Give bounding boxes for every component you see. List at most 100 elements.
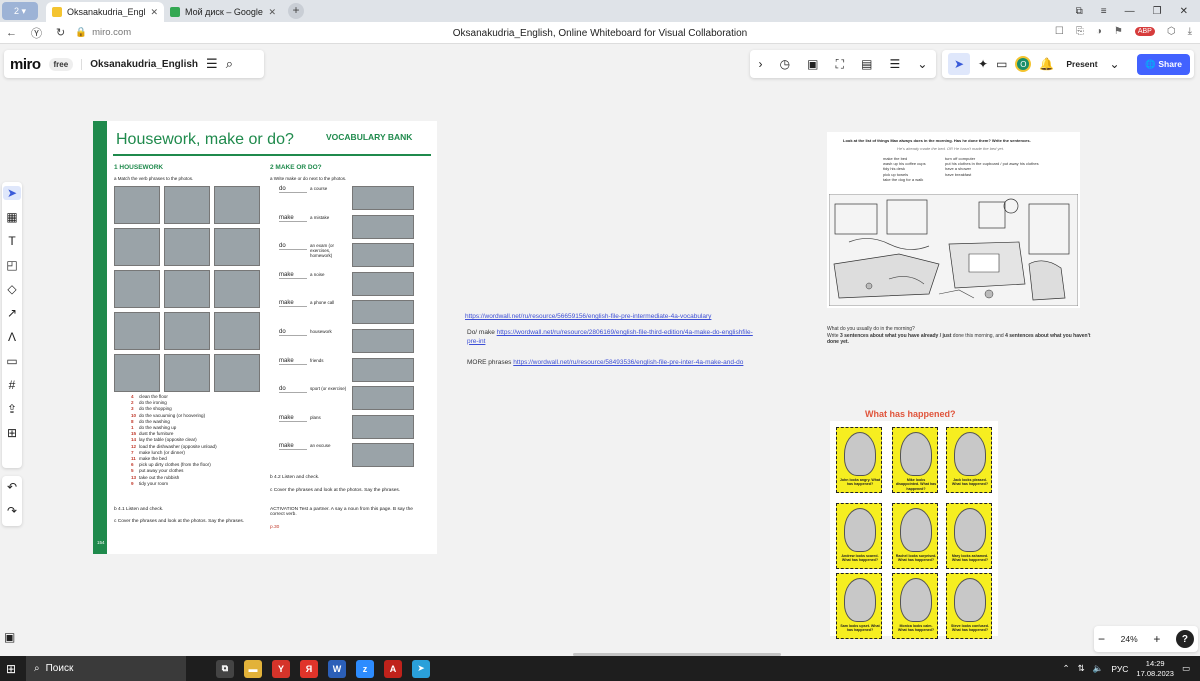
- text-icon[interactable]: T: [8, 234, 15, 248]
- wordwall-link-3[interactable]: https://wordwall.net/ru/resource/5849353…: [513, 359, 743, 366]
- voting-icon[interactable]: ▣: [807, 57, 818, 71]
- frame-icon[interactable]: #: [9, 378, 16, 392]
- tab-count-button[interactable]: 2 ▾: [2, 2, 38, 20]
- pen-icon[interactable]: Λ: [8, 330, 16, 344]
- redo-icon[interactable]: ↷: [7, 504, 17, 518]
- shapes-icon[interactable]: ◇: [7, 282, 16, 296]
- lens-icon[interactable]: ◑: [1096, 26, 1102, 37]
- clock-date: 17.08.2023: [1136, 668, 1174, 678]
- keyboard-language[interactable]: РУС: [1111, 664, 1128, 674]
- volume-icon[interactable]: 🔈: [1093, 663, 1104, 674]
- tab-google-drive[interactable]: Мой диск – Google Диск ✕: [164, 2, 282, 22]
- templates-icon[interactable]: ▦: [6, 210, 17, 224]
- help-button[interactable]: ?: [1175, 630, 1194, 648]
- reader-icon[interactable]: ☐: [1055, 26, 1064, 37]
- sticky-note-icon[interactable]: ◰: [6, 258, 17, 272]
- board-name[interactable]: Oksanakudria_English: [81, 58, 198, 70]
- emotion-card[interactable]: Mary looks ashamed. What has happened?: [946, 503, 992, 569]
- tray-chevron-icon[interactable]: ⌃: [1063, 663, 1070, 674]
- reactions-icon[interactable]: ✦: [978, 57, 988, 71]
- miro-logo[interactable]: miro: [10, 56, 41, 73]
- taskbar-search-label: Поиск: [45, 663, 74, 674]
- minimize-button[interactable]: —: [1125, 6, 1135, 17]
- emotion-card[interactable]: Monica looks calm. What has happened?: [892, 573, 938, 639]
- messy-room-worksheet[interactable]: Look at the list of things Max always do…: [827, 132, 1080, 308]
- comment-icon[interactable]: ▭: [6, 354, 17, 368]
- zoom-in-button[interactable]: +: [1153, 632, 1160, 646]
- chevron-down-icon[interactable]: ⌄: [917, 57, 927, 71]
- connection-line-icon[interactable]: ↗: [7, 306, 17, 320]
- share-button[interactable]: 🌐 Share: [1137, 53, 1190, 75]
- bookmark-icon[interactable]: ⚑: [1114, 26, 1123, 37]
- emotion-card[interactable]: Mike looks disappointed. What has happen…: [892, 427, 938, 493]
- make-or-do-noun: an exam (or exercises, homework): [310, 243, 335, 259]
- emotion-card[interactable]: John looks angry. What has happened?: [836, 427, 882, 493]
- emotion-card[interactable]: Sam looks upset. What has happened?: [836, 573, 882, 639]
- zoom-level[interactable]: 24%: [1121, 634, 1138, 644]
- upload-icon[interactable]: ⇪: [7, 402, 17, 416]
- hamburger-menu-icon[interactable]: ☰: [206, 56, 218, 72]
- url-field[interactable]: 🔒 miro.com: [75, 27, 131, 38]
- tab-miro[interactable]: Oksanakudria_English, C ✕: [46, 2, 164, 22]
- emotion-card[interactable]: Steve looks confused. What has happened?: [946, 573, 992, 639]
- chevron-right-icon[interactable]: ›: [759, 57, 763, 71]
- make-or-do-row: make a mistake: [279, 214, 419, 244]
- undo-icon[interactable]: ↶: [7, 480, 17, 494]
- wordwall-link-1[interactable]: https://wordwall.net/ru/resource/5665915…: [465, 313, 711, 320]
- adblock-icon[interactable]: ABP: [1134, 27, 1155, 36]
- extensions-icon[interactable]: ⬡: [1167, 26, 1176, 37]
- vocabulary-worksheet[interactable]: Housework, make or do? VOCABULARY BANK 1…: [93, 121, 437, 554]
- select-cursor-icon[interactable]: ➤: [3, 186, 21, 200]
- make-or-do-noun: a mistake: [310, 214, 330, 220]
- cursor-icon[interactable]: ➤: [948, 53, 970, 75]
- search-icon[interactable]: ⌕: [226, 56, 233, 72]
- bookmarks-icon[interactable]: ⧉: [1076, 6, 1083, 17]
- close-window-button[interactable]: ✕: [1180, 6, 1188, 17]
- reload-icon[interactable]: ↻: [56, 26, 65, 39]
- vocab-phrase: do the washing: [139, 418, 170, 424]
- yandex-icon[interactable]: Ⓨ: [31, 25, 42, 41]
- menu-icon[interactable]: ≡: [1101, 6, 1107, 17]
- emotion-card[interactable]: Rachel looks surprised. What has happene…: [892, 503, 938, 569]
- wordwall-link-2[interactable]: https://wordwall.net/ru/resource/2806169…: [467, 329, 753, 345]
- close-icon[interactable]: ✕: [268, 7, 276, 18]
- yandex-app-icon[interactable]: Я: [300, 659, 318, 678]
- plan-badge[interactable]: free: [48, 57, 74, 71]
- timer-icon[interactable]: ◷: [780, 57, 790, 71]
- notes-icon[interactable]: ☰: [890, 57, 901, 71]
- close-icon[interactable]: ✕: [150, 7, 158, 18]
- avatar[interactable]: O: [1015, 56, 1032, 72]
- present-dropdown-icon[interactable]: ⌄: [1110, 57, 1120, 71]
- more-apps-icon[interactable]: ⊞: [7, 426, 17, 440]
- windows-start-icon[interactable]: ⊞: [0, 662, 22, 676]
- photo: [114, 312, 160, 350]
- card-icon[interactable]: ▤: [861, 57, 872, 71]
- room-list-2: turn off computer put his clothes in the …: [945, 156, 1039, 177]
- telegram-icon[interactable]: ➤: [412, 659, 430, 678]
- new-tab-button[interactable]: +: [288, 3, 304, 19]
- board-panel-icon[interactable]: ▣: [4, 630, 15, 644]
- notifications-center-icon[interactable]: ▭: [1182, 663, 1190, 674]
- emotion-card[interactable]: Jack looks pleased. What has happened?: [946, 427, 992, 493]
- focus-icon[interactable]: ⛶: [836, 57, 844, 72]
- acrobat-icon[interactable]: A: [384, 659, 402, 678]
- taskbar-search[interactable]: ⌕ Поиск: [26, 656, 186, 681]
- download-icon[interactable]: ⤓: [1188, 26, 1192, 37]
- cartoon-face-icon: [954, 508, 986, 552]
- notifications-icon[interactable]: 🔔: [1039, 57, 1054, 71]
- emotion-card[interactable]: Andrew looks scared. What has happened?: [836, 503, 882, 569]
- present-button[interactable]: Present: [1062, 59, 1101, 69]
- file-explorer-icon[interactable]: ▬: [244, 659, 262, 678]
- zoom-app-icon[interactable]: z: [356, 659, 374, 678]
- zoom-out-button[interactable]: −: [1098, 632, 1105, 646]
- clock[interactable]: 14:29 17.08.2023: [1136, 659, 1174, 679]
- yandex-browser-icon[interactable]: Y: [272, 659, 290, 678]
- network-icon[interactable]: ⇅: [1078, 663, 1085, 674]
- emotion-cards-board[interactable]: John looks angry. What has happened? Mike…: [830, 421, 998, 639]
- back-icon[interactable]: ←: [6, 27, 17, 39]
- share-page-icon[interactable]: ⎘: [1076, 26, 1084, 37]
- word-icon[interactable]: W: [328, 659, 346, 678]
- maximize-button[interactable]: ❐: [1153, 6, 1162, 17]
- task-view-icon[interactable]: ⧉: [216, 659, 234, 678]
- comments-icon[interactable]: ▭: [996, 57, 1007, 71]
